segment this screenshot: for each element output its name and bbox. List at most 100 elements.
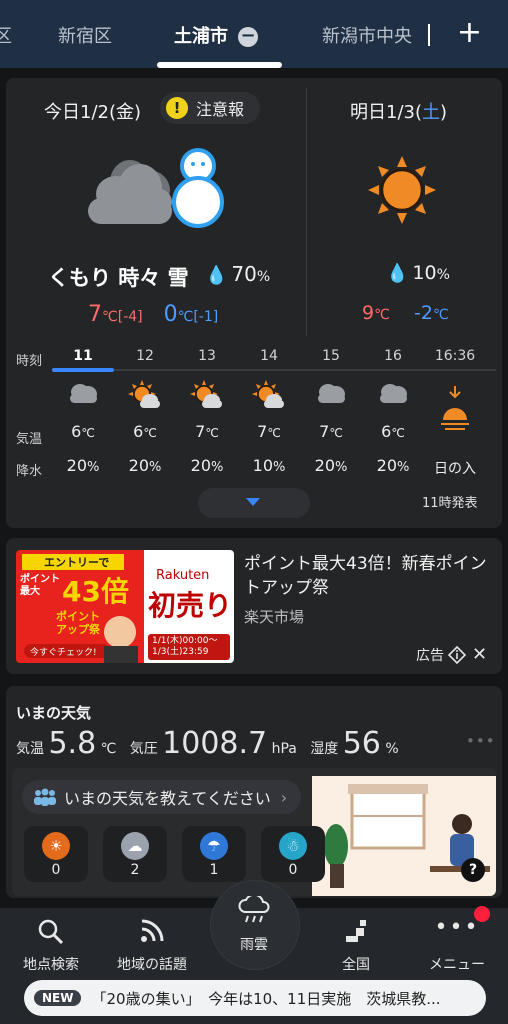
tomorrow-low-unit: ℃	[432, 307, 449, 323]
nav-search-label[interactable]: 地点検索	[6, 954, 96, 974]
remove-location-icon[interactable]: −	[238, 27, 258, 47]
hour-precip-value: 20	[66, 456, 87, 475]
vote-rain[interactable]: ☂ 1	[182, 826, 246, 882]
today-pop-unit: %	[256, 269, 271, 285]
ad-image[interactable]: エントリーで ポイント最大 43倍 ポイントアップ祭 今すぐチェック! Raku…	[16, 550, 234, 663]
add-location-button[interactable]: +	[457, 18, 482, 48]
more-options-icon[interactable]: •••	[466, 732, 496, 750]
sun-icon: ☀	[42, 832, 70, 860]
hour-precip-unit: %	[211, 460, 224, 475]
humidity-label: 湿度	[310, 741, 339, 757]
help-icon[interactable]: ?	[461, 858, 485, 882]
news-ticker[interactable]: NEW 「20歳の集い」 今年は10、11日実施 茨城県教...	[24, 980, 486, 1016]
hour-precip-unit: %	[335, 460, 348, 475]
tomorrow-date-suffix: )	[440, 102, 448, 123]
tab-tsuchiura[interactable]: 土浦市 −	[174, 22, 258, 48]
hour-temp-value: 6	[133, 422, 144, 441]
today-temps: 7℃[-4] 0℃[-1]	[88, 302, 218, 327]
tab-shinjuku[interactable]: 新宿区	[58, 22, 112, 48]
tomorrow-date: 明日1/3(土)	[350, 98, 447, 124]
today-high-unit: ℃	[102, 309, 118, 325]
hour-precip-value: 10	[252, 456, 273, 475]
warning-label: 注意報	[196, 100, 245, 119]
tomorrow-high-value: 9	[362, 302, 375, 324]
ad-info-icon[interactable]	[448, 645, 466, 664]
tomorrow-high-unit: ℃	[374, 307, 390, 323]
ad-fest-text: ポイントアップ祭	[56, 610, 100, 636]
rss-icon[interactable]	[107, 918, 197, 950]
cloud-icon	[301, 380, 361, 410]
report-weather-button[interactable]: いまの天気を教えてください ›	[22, 780, 302, 814]
hour-temp-value: 7	[319, 422, 330, 441]
vote-snow[interactable]: ☃ 0	[261, 826, 325, 882]
hour-precip-value: 20	[128, 456, 149, 475]
hour-temp-value: 7	[195, 422, 206, 441]
ad-close-icon[interactable]: ✕	[472, 644, 487, 665]
sunset-time: 16:36	[434, 348, 476, 364]
sunset-label: 日の入	[434, 461, 476, 477]
ad-title[interactable]: ポイント最大43倍！新春ポイントアップ祭	[244, 552, 494, 600]
tab-niigata[interactable]: 新潟市中央	[322, 22, 426, 48]
hour-precip: 10%	[239, 456, 299, 475]
today-weather-text: くもり 時々 雪	[48, 266, 189, 290]
tomorrow-day-of-week: 土	[422, 102, 440, 123]
tab-offscreen-left[interactable]: 区	[0, 22, 12, 48]
snowman-icon: ☃	[279, 832, 307, 860]
humidity-value: 56	[342, 726, 381, 761]
hour-temp-unit: ℃	[205, 426, 219, 440]
nav-topics-label[interactable]: 地域の話題	[107, 954, 197, 974]
today-low-value: 0	[163, 302, 178, 327]
people-icon	[34, 788, 56, 806]
hour-precip: 20%	[177, 456, 237, 475]
rain-cloud-icon[interactable]	[209, 893, 299, 930]
hour-temp: 6℃	[363, 422, 423, 441]
hour-precip: 20%	[115, 456, 175, 475]
hour-label: 15	[322, 348, 340, 364]
day-divider	[306, 88, 307, 336]
precip-row-label: 降水	[16, 464, 43, 479]
vote-snow-count: 0	[288, 862, 298, 878]
hour-precip-unit: %	[87, 460, 100, 475]
tomorrow-low-value: -2	[414, 302, 433, 324]
hour-precip-value: 20	[376, 456, 397, 475]
hour-label: 14	[260, 348, 278, 364]
hour-label: 11	[73, 348, 93, 364]
hour-temp: 7℃	[177, 422, 237, 441]
umbrella-icon: ☂	[200, 832, 228, 860]
tomorrow-pop-value: 10	[412, 262, 437, 284]
current-temp-value: 5.8	[48, 726, 97, 761]
search-icon[interactable]	[6, 918, 96, 952]
hour-label: 16	[384, 348, 402, 364]
nav-national-label[interactable]: 全国	[311, 954, 401, 974]
temp-row-label: 気温	[16, 432, 43, 447]
sun-cloud-icon	[239, 380, 299, 414]
ad-sale-text: 初売り	[148, 589, 233, 622]
temp-unit: ℃	[100, 741, 117, 757]
hour-label: 12	[136, 348, 154, 364]
current-metrics: 気温 5.8 ℃ 気圧 1008.7 hPa 湿度 56 %	[16, 726, 399, 761]
tomorrow-high: 9℃	[362, 302, 390, 324]
tomorrow-date-prefix: 明日1/3(	[350, 102, 422, 123]
tab-scroll-edge	[428, 24, 430, 46]
japan-map-icon[interactable]	[311, 918, 401, 950]
tab-tsuchiura-label: 土浦市	[174, 26, 228, 47]
hourly-timeline	[52, 369, 496, 371]
warning-badge[interactable]: ! 注意報	[160, 92, 261, 124]
hour-temp-unit: ℃	[81, 426, 95, 440]
ad-source: 楽天市場	[244, 608, 305, 626]
today-precip-prob: 💧 70%	[205, 262, 270, 286]
hour-temp: 7℃	[239, 422, 299, 441]
hour-precip: 20%	[363, 456, 423, 475]
sun-icon	[368, 156, 436, 224]
vote-sunny[interactable]: ☀ 0	[24, 826, 88, 882]
ad-brand-text: Rakuten	[156, 568, 210, 583]
nav-menu-label[interactable]: メニュー	[412, 954, 502, 974]
humidity-unit: %	[385, 741, 399, 757]
today-high: 7℃[-4]	[88, 302, 143, 327]
ad-multiplier-text: 43倍	[62, 575, 129, 608]
raindrop-icon: 💧	[386, 263, 409, 284]
vote-cloudy[interactable]: ☁ 2	[103, 826, 167, 882]
nav-rain-label[interactable]: 雨雲	[209, 934, 299, 954]
today-low: 0℃[-1]	[164, 302, 219, 327]
current-hour-indicator	[52, 368, 114, 372]
